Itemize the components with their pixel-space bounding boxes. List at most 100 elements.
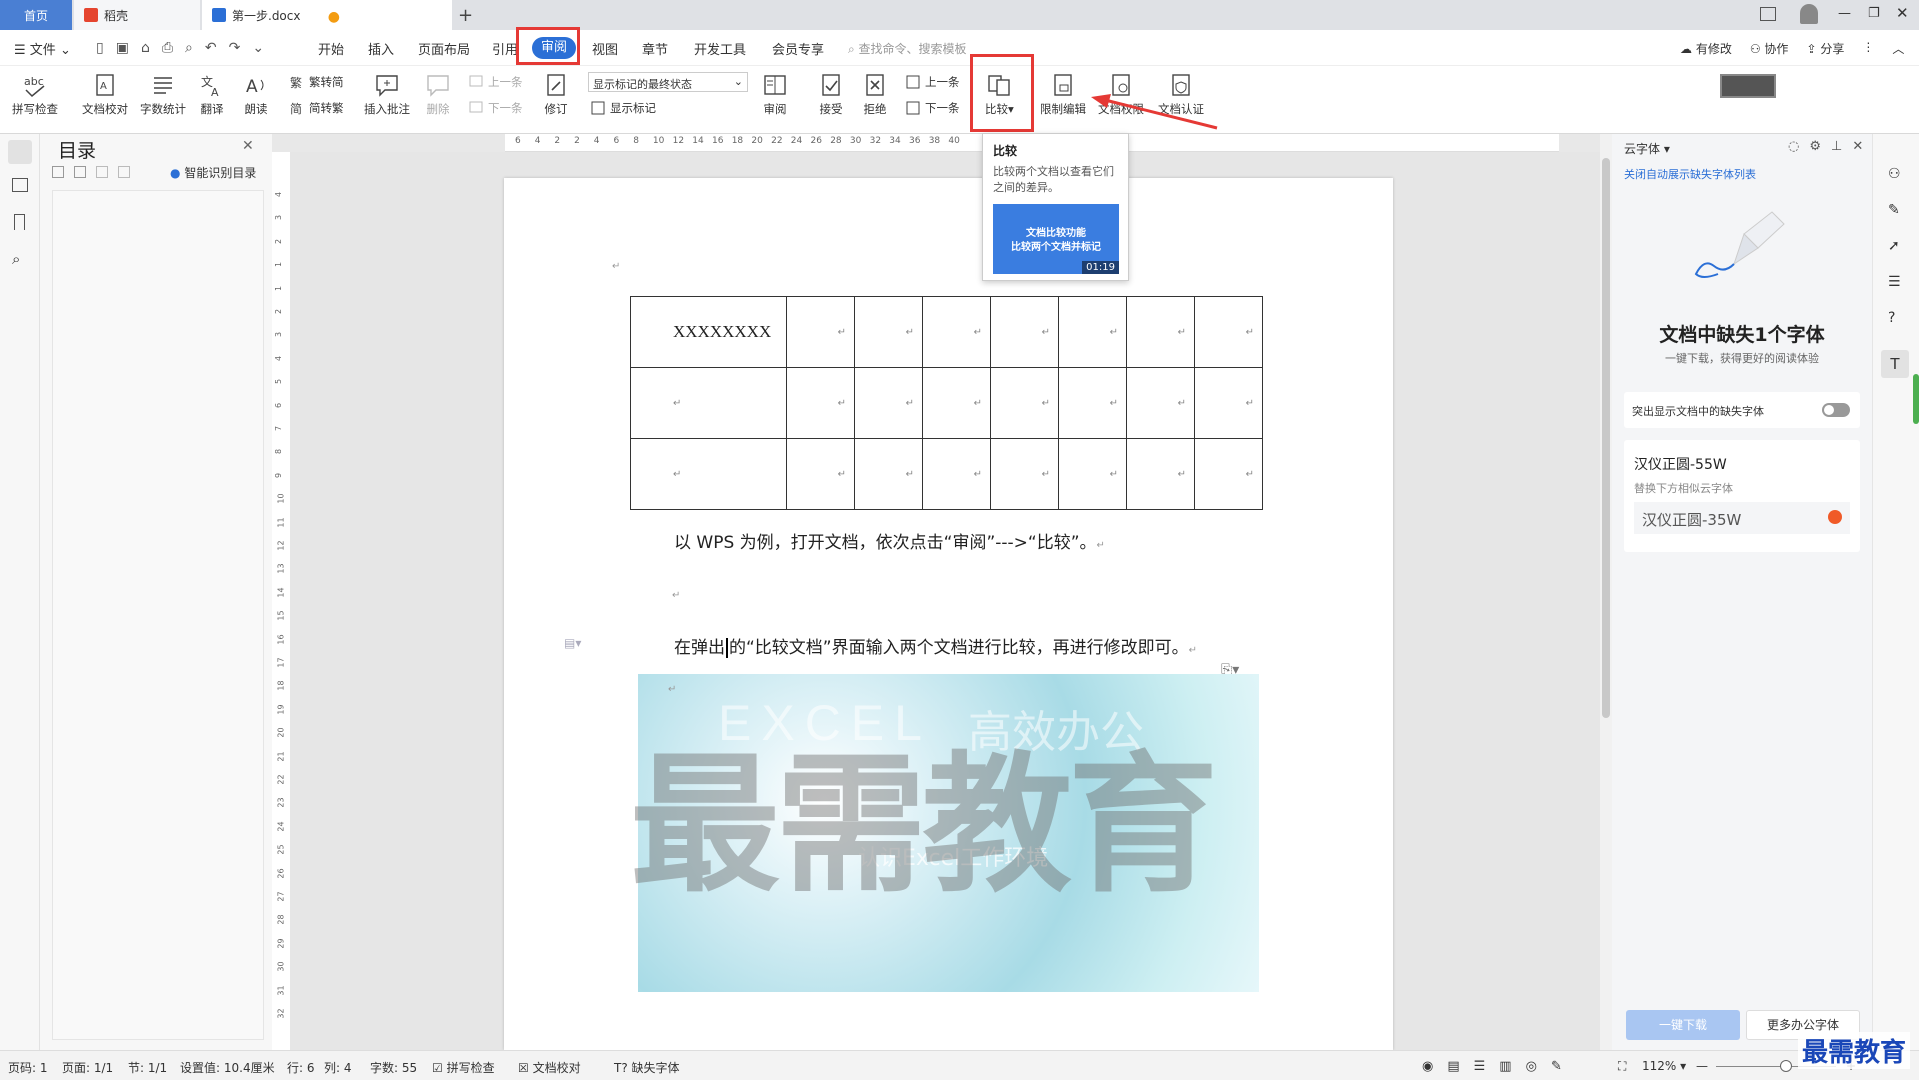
table-cell[interactable]: ↵ (1194, 438, 1263, 510)
status-section[interactable]: 节: 1/1 (128, 1059, 167, 1076)
tooltip-video-thumb[interactable]: 文档比较功能 比较两个文档并标记 01:19 (993, 204, 1119, 274)
menu-page-layout[interactable]: 页面布局 (418, 39, 470, 58)
table-cell[interactable]: ↵ (1058, 367, 1127, 439)
avatar[interactable] (1800, 4, 1818, 24)
table-cell[interactable]: ↵ (854, 367, 923, 439)
status-pages[interactable]: 页面: 1/1 (62, 1059, 113, 1076)
close-window-icon[interactable]: ✕ (1896, 4, 1909, 22)
help-icon[interactable]: ? (1888, 310, 1895, 326)
one-click-download-button[interactable]: 一键下载 (1626, 1010, 1740, 1040)
more-options-icon[interactable]: ⋮ (1862, 40, 1874, 57)
menu-member[interactable]: 会员专享 (772, 39, 824, 58)
spell-check-button[interactable]: abc 拼写检查 (12, 72, 58, 117)
remove-level-icon[interactable] (118, 166, 130, 178)
table-cell[interactable]: ↵ (1058, 438, 1127, 510)
gear-icon[interactable]: ⚙ (1809, 139, 1821, 154)
save-icon[interactable]: ▣ (116, 40, 129, 56)
table-cell[interactable]: ↵ (990, 367, 1059, 439)
add-level-icon[interactable] (96, 166, 108, 178)
close-auto-show-link[interactable]: 关闭自动展示缺失字体列表 (1624, 166, 1756, 182)
table-cell[interactable]: ↵ (630, 438, 787, 510)
menu-developer[interactable]: 开发工具 (694, 39, 746, 58)
status-missing-font[interactable]: T? 缺失字体 (614, 1059, 680, 1076)
format-painter-icon[interactable]: ⌂ (141, 40, 150, 56)
cloud-font-title[interactable]: 云字体 ▾ (1624, 140, 1670, 157)
table-cell[interactable]: ↵ (786, 438, 855, 510)
status-words[interactable]: 字数: 55 (370, 1059, 417, 1076)
status-page[interactable]: 页码: 1 (8, 1059, 48, 1076)
new-icon[interactable]: ▯ (96, 40, 104, 56)
next-change-button[interactable]: 下一条 (905, 100, 960, 116)
translate-button[interactable]: 文A 翻译 (199, 72, 225, 117)
print-icon[interactable]: ⎙ (162, 40, 173, 56)
page-view-icon[interactable]: ▤ (1447, 1059, 1459, 1074)
markup-mode-select[interactable]: 显示标记的最终状态 ⌄ (588, 72, 748, 92)
menu-chapter[interactable]: 章节 (642, 39, 668, 58)
close-icon[interactable]: ✕ (242, 138, 254, 154)
document-page[interactable]: ↵ XXXXXXXX ↵ ↵ ↵ ↵ ↵ ↵ ↵ ↵ ↵ ↵ ↵ ↵ ↵ ↵ ↵ ↵ ↵ ↵ ↵ ↵ ↵ ↵ ↵ 以… (504, 178, 1393, 1050)
chat-icon[interactable]: ◌ (1788, 139, 1799, 154)
revise-button[interactable]: 修订 (543, 72, 569, 117)
scroll-thumb[interactable] (1602, 158, 1610, 718)
style-icon[interactable]: ⚇ (1888, 166, 1901, 182)
tab-document[interactable]: 第一步.docx ● (202, 0, 452, 30)
paragraph-handle-icon[interactable]: ▤▾ (564, 636, 581, 650)
show-markup-button[interactable]: 显示标记 (590, 100, 656, 116)
simp-to-trad-button[interactable]: 简简转繁 (289, 100, 344, 116)
collab-link[interactable]: ⚇ 协作 (1750, 40, 1789, 57)
table-cell[interactable]: ↵ (786, 367, 855, 439)
table-cell[interactable]: ↵ (630, 367, 787, 439)
search-icon[interactable]: ⌕ (12, 250, 20, 268)
table-cell[interactable]: ↵ (922, 438, 991, 510)
eye-icon[interactable]: ◉ (1422, 1059, 1433, 1074)
status-setting[interactable]: 设置值: 10.4厘米 (180, 1059, 275, 1076)
table-cell[interactable]: ↵ (1194, 296, 1263, 368)
layout-icon[interactable] (1760, 7, 1776, 21)
table-cell[interactable]: ↵ (854, 296, 923, 368)
share-link[interactable]: ⇪ 分享 (1806, 40, 1844, 57)
redo-icon[interactable]: ↷ (229, 40, 241, 56)
review-pane-button[interactable]: 审阅 (762, 72, 788, 117)
status-proof[interactable]: ☒ 文档校对 (518, 1059, 581, 1076)
doc-proof-button[interactable]: A 文档校对 (82, 72, 128, 117)
reject-button[interactable]: 拒绝 (862, 72, 888, 117)
status-row[interactable]: 行: 6 (287, 1059, 315, 1076)
pen-icon[interactable]: ✎ (1888, 202, 1900, 218)
zoom-slider-knob[interactable] (1780, 1060, 1792, 1072)
select-cursor-icon[interactable]: ➚ (1888, 238, 1900, 254)
table-cell[interactable]: ↵ (1126, 367, 1195, 439)
doc-table[interactable]: XXXXXXXX ↵ ↵ ↵ ↵ ↵ ↵ ↵ ↵ ↵ ↵ ↵ ↵ ↵ ↵ ↵ ↵ ↵ ↵ ↵ ↵ ↵ ↵ ↵ (630, 296, 1263, 510)
status-spell[interactable]: ☑ 拼写检查 (432, 1059, 495, 1076)
table-cell[interactable]: ↵ (990, 296, 1059, 368)
paragraph-1[interactable]: 以 WPS 为例，打开文档，依次点击“审阅”--->“比较”。↵ (674, 528, 1105, 553)
table-cell[interactable]: ↵ (922, 296, 991, 368)
ad-banner[interactable] (1720, 74, 1776, 98)
trad-to-simp-button[interactable]: 繁繁转简 (289, 74, 344, 90)
prev-comment-button[interactable]: 上一条 (468, 74, 523, 90)
close-icon[interactable]: ✕ (1852, 139, 1863, 154)
paragraph-2[interactable]: 在弹出 的“比较文档”界面输入两个文档进行比较，再进行修改即可。↵ (674, 633, 1197, 658)
table-cell[interactable]: ↵ (922, 367, 991, 439)
bookmark-icon[interactable] (14, 214, 25, 230)
restrict-edit-button[interactable]: 限制编辑 (1040, 72, 1086, 117)
outline-view-icon[interactable]: ☰ (1474, 1059, 1486, 1074)
insert-comment-button[interactable]: 插入批注 (364, 72, 410, 117)
command-search[interactable]: ⌕ 查找命令、搜索模板 (848, 40, 967, 57)
pin-icon[interactable]: ⊥ (1831, 139, 1842, 154)
fit-page-icon[interactable]: ⛶ (1618, 1059, 1626, 1074)
menu-view[interactable]: 视图 (592, 39, 618, 58)
add-tab-icon[interactable]: + (458, 5, 473, 26)
more-icon[interactable]: ⌄ (252, 40, 264, 56)
restore-icon[interactable]: ❐ (1868, 6, 1880, 21)
delete-comment-button[interactable]: 删除 (425, 72, 451, 117)
table-cell[interactable]: ↵ (1058, 296, 1127, 368)
minimize-icon[interactable]: — (1838, 6, 1851, 21)
table-cell[interactable]: ↵ (1194, 367, 1263, 439)
tab-daoke[interactable]: 稻壳 (74, 0, 200, 30)
menu-start[interactable]: 开始 (318, 39, 344, 58)
next-comment-button[interactable]: 下一条 (468, 100, 523, 116)
web-view-icon[interactable]: ◎ (1526, 1059, 1537, 1074)
table-cell[interactable]: XXXXXXXX (630, 296, 787, 368)
sliders-icon[interactable]: ☰ (1888, 274, 1901, 290)
chapter-nav-icon[interactable] (12, 178, 28, 192)
